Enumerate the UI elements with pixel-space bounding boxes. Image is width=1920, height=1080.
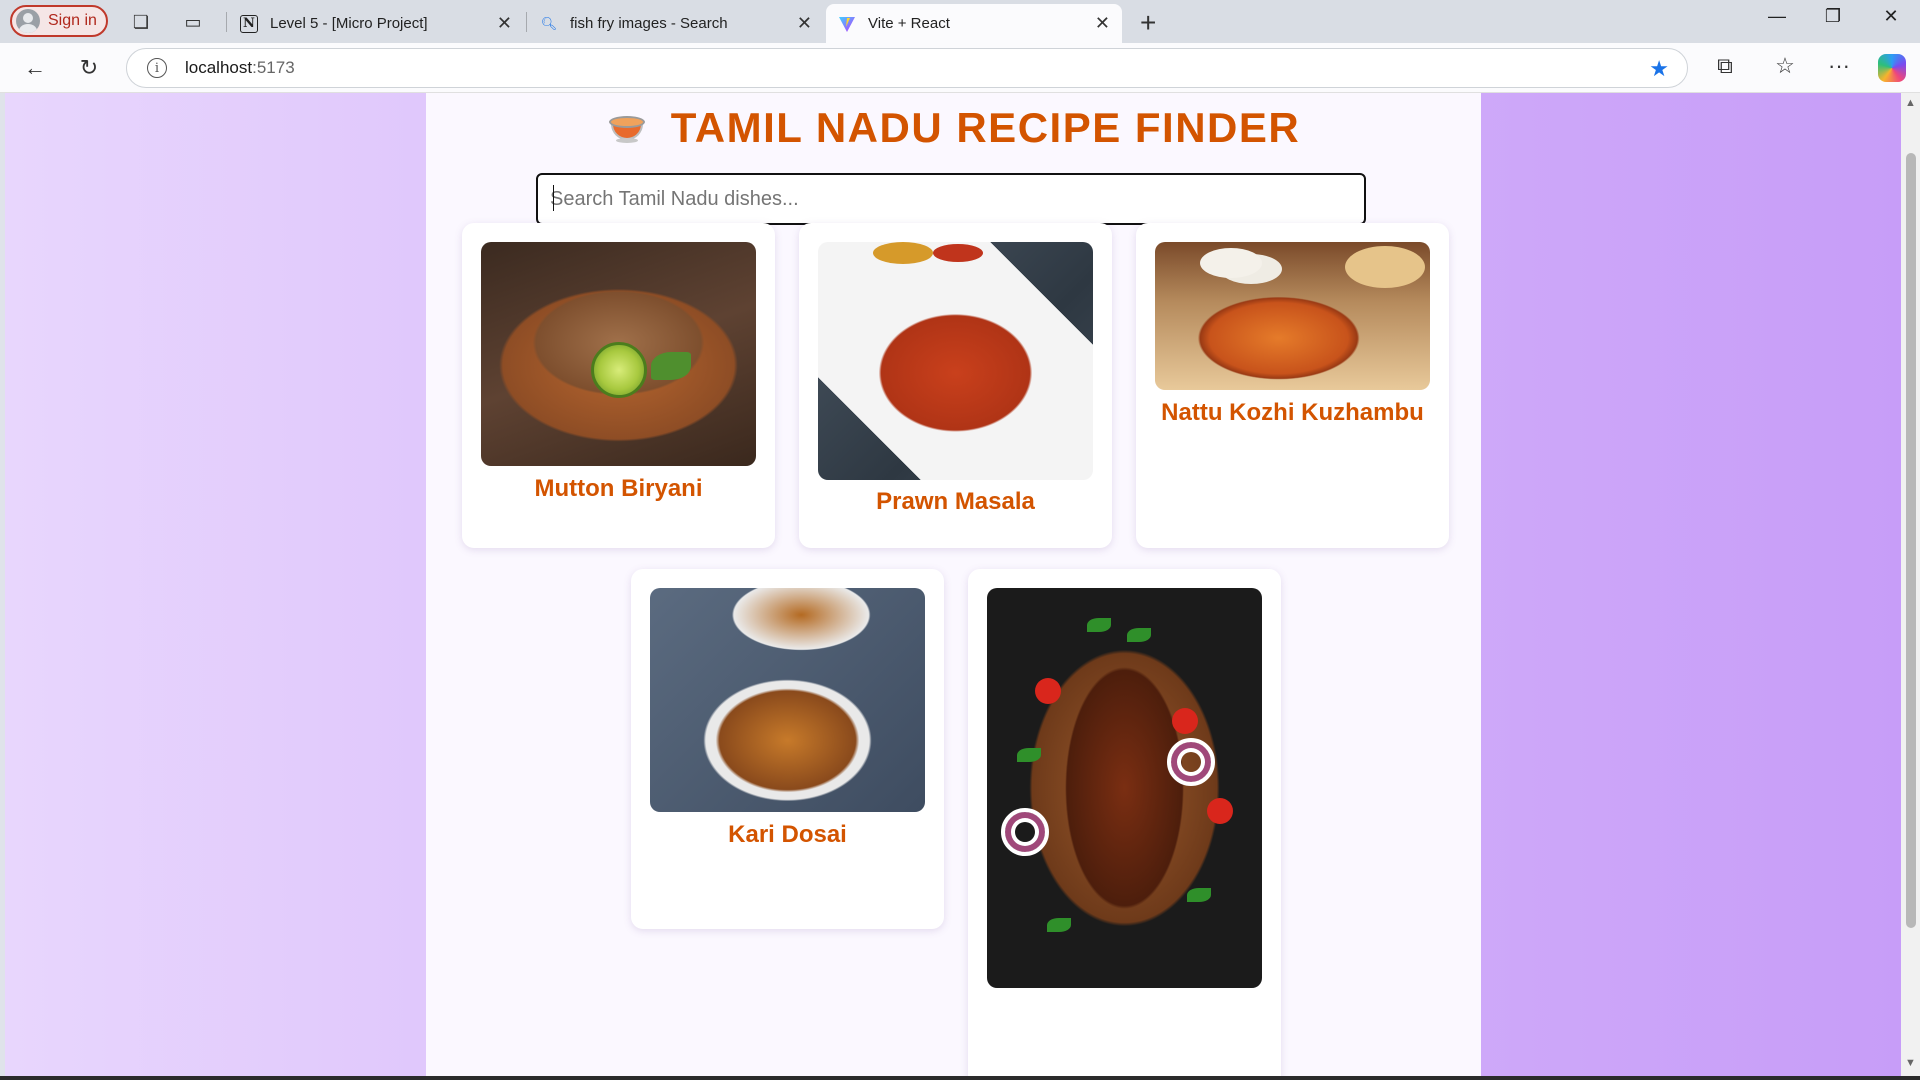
tomato [1035, 678, 1061, 704]
refresh-icon[interactable]: ↻ [74, 54, 104, 82]
recipe-name: Mutton Biryani [534, 475, 703, 502]
tab-actions-icon[interactable]: ▭ [180, 9, 206, 35]
text-caret [553, 185, 554, 211]
back-icon[interactable]: ← [20, 54, 50, 82]
onion-ring [1001, 808, 1049, 856]
new-tab-button[interactable]: + [1140, 7, 1156, 39]
site-info-icon[interactable]: i [147, 58, 167, 78]
window-close-icon[interactable]: ✕ [1868, 6, 1914, 27]
curry-leaf [1017, 748, 1041, 762]
close-icon[interactable]: ✕ [1095, 13, 1110, 34]
recipe-card-kari-dosai[interactable]: Kari Dosai [631, 569, 944, 929]
tab-title: fish fry images - Search [570, 15, 728, 32]
browser-toolbar: ← ↻ i localhost:5173 ★ ⧉ ☆ ··· [0, 43, 1920, 93]
bowl-icon [607, 112, 647, 144]
bookmark-star-icon[interactable]: ★ [1649, 56, 1669, 82]
address-bar[interactable]: i localhost:5173 ★ [126, 48, 1688, 88]
minimize-icon[interactable]: — [1754, 6, 1800, 27]
window-bottom-edge [0, 1076, 1920, 1080]
recipe-card-prawn-masala[interactable]: Prawn Masala [799, 223, 1112, 548]
page-scrollbar[interactable]: ▲ ▼ [1901, 93, 1920, 1076]
tab-vite-react[interactable]: Vite + React ✕ [826, 4, 1122, 43]
spice-bowl [873, 242, 933, 264]
lime-slice [591, 342, 647, 398]
roti [1345, 246, 1425, 288]
scroll-up-icon[interactable]: ▲ [1905, 97, 1916, 109]
url-port: :5173 [252, 58, 295, 77]
tab-title: Vite + React [868, 15, 950, 32]
restore-icon[interactable]: ❐ [1810, 6, 1856, 27]
tab-fish-fry-search[interactable]: 🔍︎ fish fry images - Search ✕ [528, 4, 824, 43]
vite-icon [838, 15, 856, 33]
scroll-down-icon[interactable]: ▼ [1905, 1057, 1916, 1069]
search-input[interactable] [536, 173, 1366, 225]
mint-leaf [651, 352, 691, 380]
curry-leaf [1127, 628, 1151, 642]
tomato [1172, 708, 1198, 734]
scrollbar-thumb[interactable] [1906, 153, 1916, 928]
recipe-image [1155, 242, 1430, 390]
search-icon: 🔍︎ [540, 15, 558, 31]
app-header: TAMIL NADU RECIPE FINDER [426, 103, 1481, 153]
page-title: TAMIL NADU RECIPE FINDER [670, 104, 1301, 151]
spice-bowl [933, 244, 983, 262]
sign-in-button[interactable]: Sign in [10, 5, 108, 37]
recipe-card-mutton-biryani[interactable]: Mutton Biryani [462, 223, 775, 548]
page-viewport: TAMIL NADU RECIPE FINDER Mutton Biryani … [5, 93, 1901, 1076]
close-icon[interactable]: ✕ [797, 13, 812, 34]
curry-leaf [1047, 918, 1071, 932]
url-text[interactable]: localhost:5173 [185, 58, 295, 78]
notion-icon: N [240, 14, 258, 33]
close-icon[interactable]: ✕ [497, 13, 512, 34]
tab-title: Level 5 - [Micro Project] [270, 15, 428, 32]
tab-strip: Sign in ❏ ▭ N Level 5 - [Micro Project] … [0, 0, 1920, 43]
copilot-icon[interactable] [1878, 54, 1906, 82]
tab-level5[interactable]: N Level 5 - [Micro Project] ✕ [228, 4, 524, 43]
recipe-card-fish-fry[interactable] [968, 569, 1281, 1076]
recipe-image [987, 588, 1262, 988]
idli [1200, 248, 1262, 278]
avatar-icon [16, 9, 40, 33]
tab-separator [526, 12, 527, 32]
sign-in-label: Sign in [48, 12, 97, 29]
workspaces-icon[interactable]: ❏ [128, 9, 154, 35]
recipe-image [650, 588, 925, 812]
tab-separator [226, 12, 227, 32]
curry-leaf [1087, 618, 1111, 632]
recipe-card-nattu-kozhi-kuzhambu[interactable]: Nattu Kozhi Kuzhambu [1136, 223, 1449, 548]
curry-leaf [1187, 888, 1211, 902]
onion-ring [1167, 738, 1215, 786]
recipe-name: Kari Dosai [728, 821, 847, 848]
more-menu-icon[interactable]: ··· [1824, 53, 1854, 79]
recipe-name: Prawn Masala [876, 488, 1035, 515]
recipe-name: Nattu Kozhi Kuzhambu [1161, 399, 1424, 426]
extensions-icon[interactable]: ⧉ [1710, 53, 1740, 79]
app-container: TAMIL NADU RECIPE FINDER Mutton Biryani … [426, 93, 1481, 1076]
recipe-image [481, 242, 756, 466]
url-host: localhost [185, 58, 253, 77]
recipe-image [818, 242, 1093, 480]
favorites-icon[interactable]: ☆ [1770, 53, 1800, 79]
tomato [1207, 798, 1233, 824]
